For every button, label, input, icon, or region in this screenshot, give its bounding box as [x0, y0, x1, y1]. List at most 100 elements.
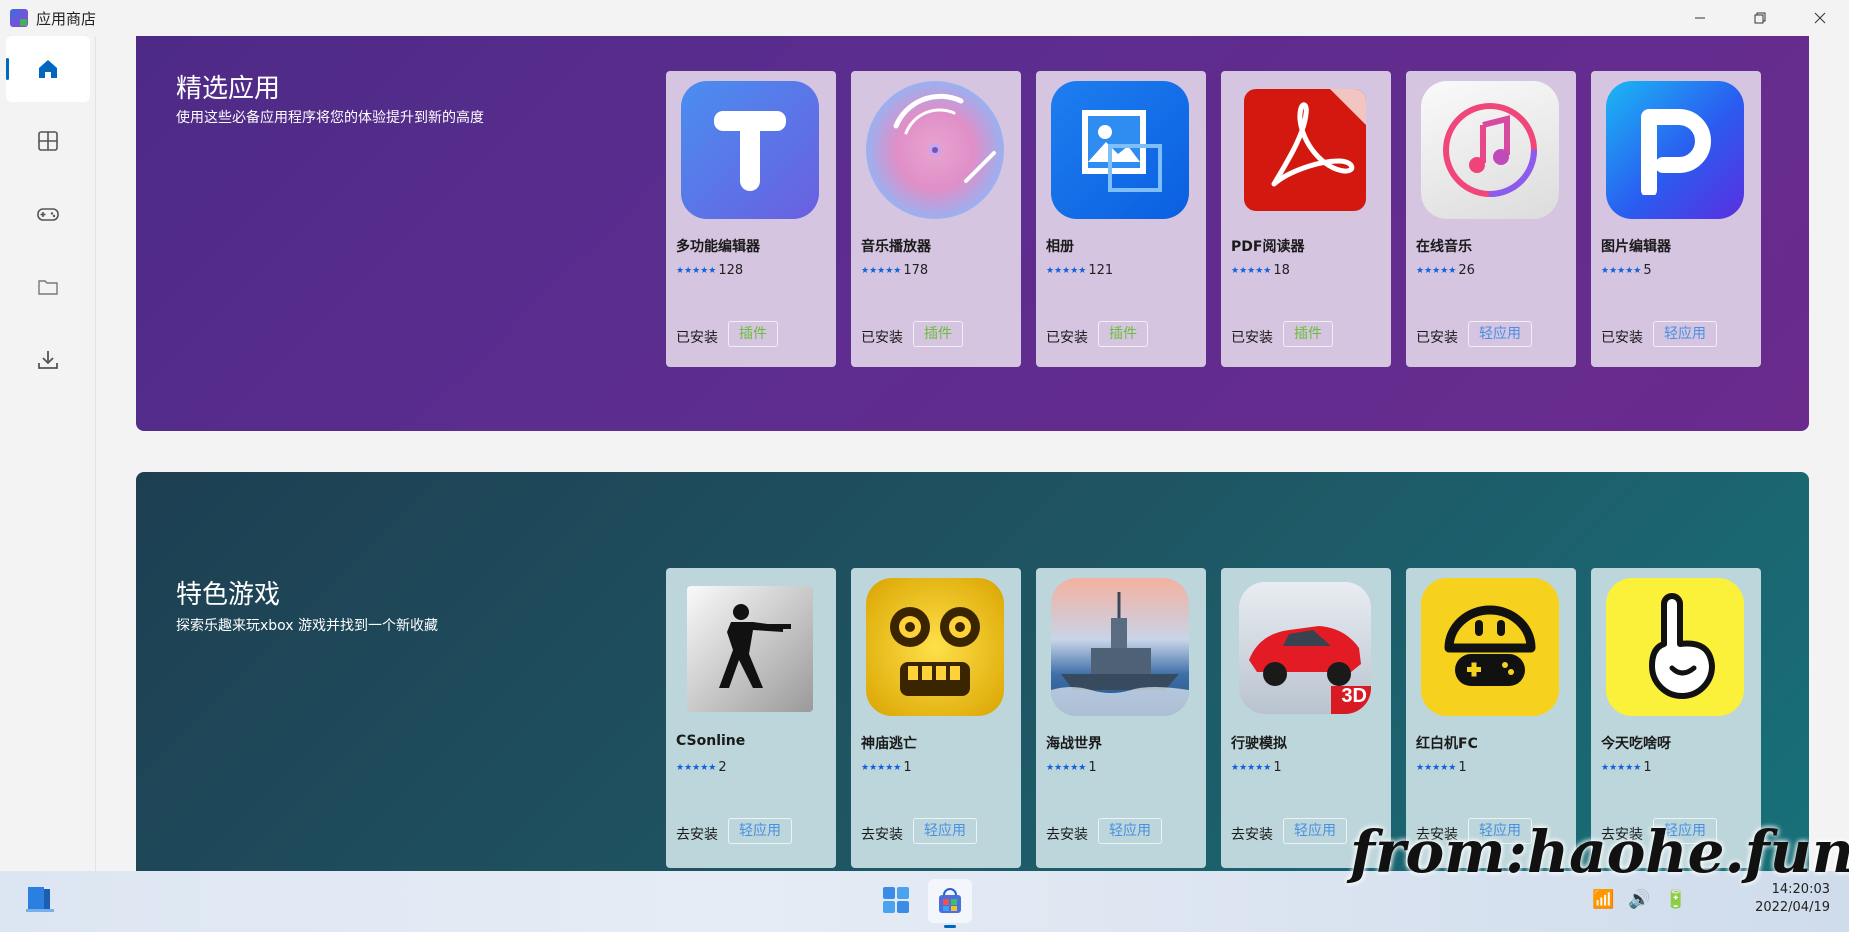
- red-sports-car-icon: 3D: [1239, 582, 1371, 714]
- window-title: 应用商店: [36, 9, 97, 28]
- section-description: 使用这些必备应用程序将您的体验提升到新的高度: [176, 110, 484, 126]
- main-content: 精选应用 使用这些必备应用程序将您的体验提升到新的高度 多功能编辑器 ★★★★★…: [97, 36, 1849, 871]
- rating-stars-icon: ★★★★★: [1601, 265, 1642, 276]
- store-bag-icon: [939, 888, 961, 913]
- rating-count: 128: [718, 263, 744, 278]
- app-card-music-player[interactable]: 音乐播放器 ★★★★★ 178 已安装 插件: [851, 71, 1021, 367]
- download-icon: [38, 351, 58, 369]
- volume-icon[interactable]: 🔊: [1628, 889, 1650, 910]
- nav-games[interactable]: [6, 181, 90, 247]
- close-button[interactable]: [1790, 0, 1849, 36]
- rating-count: 1: [1643, 760, 1652, 775]
- app-card-album[interactable]: 相册 ★★★★★ 121 已安装 插件: [1036, 71, 1206, 367]
- gamepad-icon: [37, 208, 59, 221]
- close-icon: [1814, 12, 1826, 24]
- install-status: 已安装: [1416, 330, 1458, 346]
- game-card-temple-run[interactable]: 神庙逃亡 ★★★★★ 1 去安装 轻应用: [851, 568, 1021, 868]
- section-title: 精选应用: [176, 74, 281, 104]
- section-description: 探索乐趣来玩xbox 游戏并找到一个新收藏: [176, 618, 439, 634]
- install-status: 已安装: [1601, 330, 1643, 346]
- app-name: 相册: [1046, 239, 1074, 255]
- game-name: 今天吃啥呀: [1601, 736, 1671, 752]
- app-card-online-music[interactable]: 在线音乐 ★★★★★ 26 已安装 轻应用: [1406, 71, 1576, 367]
- featured-games-section: 特色游戏 探索乐趣来玩xbox 游戏并找到一个新收藏 CSonline ★★★★…: [136, 472, 1809, 871]
- rating-count: 2: [718, 760, 727, 775]
- grid-icon: [38, 131, 58, 151]
- game-name: CSonline: [676, 733, 746, 749]
- rating-count: 26: [1458, 263, 1475, 278]
- taskbar-store-button[interactable]: [928, 879, 972, 923]
- app-type-tag: 轻应用: [728, 818, 792, 844]
- featured-app-list: 多功能编辑器 ★★★★★ 128 已安装 插件 音乐播放器 ★★★★★ 178 已安…: [666, 71, 1761, 367]
- nav-files[interactable]: [6, 254, 90, 320]
- game-rating: ★★★★★ 1: [861, 760, 912, 775]
- home-icon: [39, 60, 57, 78]
- widgets-button[interactable]: [881, 885, 911, 915]
- restore-button[interactable]: [1730, 0, 1790, 36]
- app-type-tag: 轻应用: [913, 818, 977, 844]
- app-name: PDF阅读器: [1231, 239, 1305, 255]
- app-type-tag: 插件: [728, 321, 778, 347]
- app-name: 多功能编辑器: [676, 239, 760, 255]
- game-card-csonline[interactable]: CSonline ★★★★★ 2 去安装 轻应用: [666, 568, 836, 868]
- app-card-pdf-reader[interactable]: PDF阅读器 ★★★★★ 18 已安装 插件: [1221, 71, 1391, 367]
- app-card-editor[interactable]: 多功能编辑器 ★★★★★ 128 已安装 插件: [666, 71, 836, 367]
- rating-stars-icon: ★★★★★: [861, 265, 902, 276]
- app-rating: ★★★★★ 121: [1046, 263, 1113, 278]
- widgets-icon: [883, 887, 909, 913]
- install-status: 去安装: [1231, 827, 1273, 843]
- rating-count: 18: [1273, 263, 1290, 278]
- app-card-photo-editor[interactable]: 图片编辑器 ★★★★★ 5 已安装 轻应用: [1591, 71, 1761, 367]
- minimize-button[interactable]: [1670, 0, 1730, 36]
- sidebar: [0, 36, 96, 871]
- app-rating: ★★★★★ 178: [861, 263, 928, 278]
- rating-stars-icon: ★★★★★: [1416, 265, 1457, 276]
- wifi-icon[interactable]: 📶: [1592, 889, 1614, 910]
- taskbar-app-button[interactable]: [24, 883, 56, 915]
- nav-apps[interactable]: [6, 108, 90, 174]
- game-rating: ★★★★★ 1: [1231, 760, 1282, 775]
- game-rating: ★★★★★ 1: [1601, 760, 1652, 775]
- game-name: 神庙逃亡: [861, 736, 917, 752]
- mushroom-gamepad-icon: [1421, 578, 1559, 716]
- nav-downloads[interactable]: [6, 327, 90, 393]
- photo-album-icon: [1051, 81, 1189, 219]
- app-type-tag: 插件: [1098, 321, 1148, 347]
- app-rating: ★★★★★ 128: [676, 263, 743, 278]
- app-name: 在线音乐: [1416, 239, 1472, 255]
- app-type-tag: 轻应用: [1283, 818, 1347, 844]
- rating-stars-icon: ★★★★★: [1231, 762, 1272, 773]
- rating-stars-icon: ★★★★★: [1416, 762, 1457, 773]
- app-store-icon: [10, 9, 28, 27]
- temple-idol-icon: [866, 578, 1004, 716]
- rating-count: 1: [1273, 760, 1282, 775]
- music-note-icon: [1421, 81, 1559, 219]
- app-type-tag: 轻应用: [1468, 321, 1532, 347]
- editor-app-icon: [681, 81, 819, 219]
- book-icon: [26, 887, 54, 912]
- restore-icon: [1754, 12, 1766, 24]
- 3d-badge: 3D: [1341, 685, 1367, 707]
- install-status: 已安装: [676, 330, 718, 346]
- game-card-warship[interactable]: 海战世界 ★★★★★ 1 去安装 轻应用: [1036, 568, 1206, 868]
- pointing-hand-icon: [1606, 578, 1744, 716]
- battery-icon[interactable]: 🔋: [1665, 889, 1687, 910]
- rating-stars-icon: ★★★★★: [861, 762, 902, 773]
- app-rating: ★★★★★ 18: [1231, 263, 1290, 278]
- install-status: 已安装: [1046, 330, 1088, 346]
- vinyl-record-icon: [866, 81, 1004, 219]
- rating-stars-icon: ★★★★★: [1231, 265, 1272, 276]
- game-name: 红白机FC: [1416, 736, 1478, 752]
- featured-apps-section: 精选应用 使用这些必备应用程序将您的体验提升到新的高度 多功能编辑器 ★★★★★…: [136, 36, 1809, 431]
- rating-stars-icon: ★★★★★: [676, 762, 717, 773]
- title-bar: 应用商店: [0, 0, 1849, 36]
- battleship-icon: [1051, 578, 1189, 716]
- nav-home[interactable]: [6, 36, 90, 102]
- taskbar-clock[interactable]: 14:20:03 2022/04/19: [1720, 881, 1830, 917]
- install-status: 去安装: [676, 827, 718, 843]
- rating-stars-icon: ★★★★★: [1601, 762, 1642, 773]
- app-name: 图片编辑器: [1601, 239, 1671, 255]
- rating-count: 1: [1458, 760, 1467, 775]
- app-type-tag: 轻应用: [1653, 321, 1717, 347]
- game-rating: ★★★★★ 1: [1046, 760, 1097, 775]
